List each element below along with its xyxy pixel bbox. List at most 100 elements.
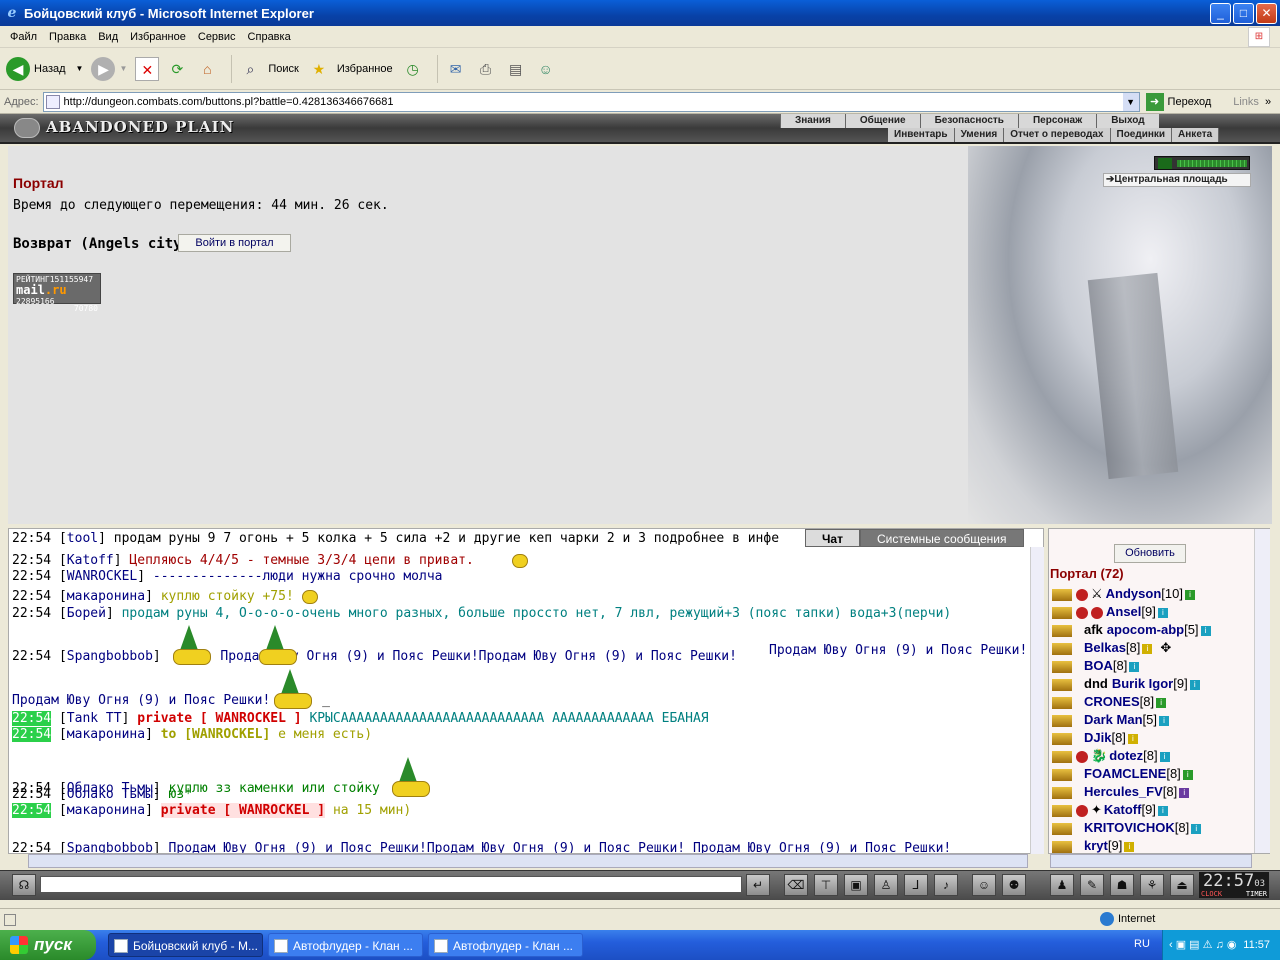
info-icon[interactable]: i xyxy=(1157,607,1168,618)
user-name[interactable]: apocom-abp xyxy=(1107,622,1184,637)
envelope-icon[interactable] xyxy=(1052,642,1072,655)
envelope-icon[interactable] xyxy=(1052,750,1072,763)
address-dropdown-icon[interactable]: ▼ xyxy=(1122,92,1139,111)
chat-nick[interactable]: Katoff xyxy=(67,553,114,568)
envelope-icon[interactable] xyxy=(1052,768,1072,781)
chat-nick[interactable]: макаронина xyxy=(67,589,145,604)
menu-file[interactable]: Файл xyxy=(4,31,43,43)
forward-button[interactable]: ▶ ▼ xyxy=(91,56,127,81)
map-icon[interactable] xyxy=(1158,158,1172,169)
user-row[interactable]: Dark Man[5] i xyxy=(1052,712,1169,728)
chat-vertical-scrollbar[interactable] xyxy=(1030,547,1044,854)
user-name[interactable]: Burik Igor xyxy=(1112,676,1173,691)
chat-time[interactable]: 22:54 xyxy=(12,531,51,546)
team-icon[interactable]: ⚘ xyxy=(1140,874,1164,896)
chat-message-input[interactable] xyxy=(40,876,742,893)
clear-icon[interactable]: ⌫ xyxy=(784,874,808,896)
fight-icon[interactable]: ♙ xyxy=(874,874,898,896)
user-row[interactable]: kryt[9] i xyxy=(1052,838,1135,854)
scroll-icon[interactable]: ✎ xyxy=(1080,874,1104,896)
user-row[interactable]: dnd Burik Igor[9] i xyxy=(1052,676,1200,692)
sound-icon[interactable]: ♪ xyxy=(934,874,958,896)
envelope-icon[interactable] xyxy=(1052,588,1072,601)
info-icon[interactable]: i xyxy=(1127,733,1138,744)
info-icon[interactable]: i xyxy=(1159,751,1170,762)
chat-nick[interactable]: WANROCKEL xyxy=(67,569,137,584)
user-row[interactable]: ✦ Katoff[9] i xyxy=(1052,802,1168,818)
user-name[interactable]: Ansel xyxy=(1106,604,1141,619)
envelope-icon[interactable] xyxy=(1052,696,1072,709)
taskbar-item[interactable]: Бойцовский клуб - M... xyxy=(108,933,263,957)
send-icon[interactable]: ↵ xyxy=(746,874,770,896)
edit-icon[interactable]: ▤ xyxy=(504,57,528,81)
chat-time[interactable]: 22:54 xyxy=(12,589,51,604)
user-name[interactable]: dotez xyxy=(1109,748,1143,763)
tray-clock[interactable]: 11:57 xyxy=(1243,930,1270,960)
info-icon[interactable]: i xyxy=(1142,643,1153,654)
user-name[interactable]: FOAMCLENE xyxy=(1084,766,1166,781)
close-button[interactable]: ✕ xyxy=(1256,3,1277,24)
envelope-icon[interactable] xyxy=(1052,678,1072,691)
user-name[interactable]: CRONES xyxy=(1084,694,1140,709)
nav-exit[interactable]: Выход xyxy=(1096,114,1159,128)
menu-view[interactable]: Вид xyxy=(92,31,124,43)
chat-time[interactable]: 22:54 xyxy=(12,569,51,584)
envelope-icon[interactable] xyxy=(1052,606,1072,619)
refresh-icon[interactable]: ⟳ xyxy=(165,57,189,81)
go-button[interactable]: ➜ Переход xyxy=(1145,92,1211,111)
speak-icon[interactable]: ☊ xyxy=(12,874,36,896)
filter-icon[interactable]: ⊤ xyxy=(814,874,838,896)
back-button[interactable]: ◀ Назад ▼ xyxy=(6,56,84,81)
messenger-icon[interactable]: ☺ xyxy=(534,57,558,81)
home-icon[interactable]: ⌂ xyxy=(195,57,219,81)
forward-dropdown-icon[interactable]: ▼ xyxy=(119,64,127,73)
chat-time[interactable]: 22:54 xyxy=(12,727,52,742)
user-row[interactable]: KRITOVICHOK[8] i xyxy=(1052,820,1202,836)
chat-time[interactable]: 22:54 xyxy=(12,649,51,664)
chat-nick[interactable]: Борей xyxy=(67,606,106,621)
back-dropdown-icon[interactable]: ▼ xyxy=(76,64,84,73)
user-name[interactable]: DJik xyxy=(1084,730,1111,745)
chat-time[interactable]: 22:54 xyxy=(12,606,51,621)
menu-tools[interactable]: Сервис xyxy=(192,31,242,43)
info-icon[interactable]: i xyxy=(1182,769,1193,780)
menu-edit[interactable]: Правка xyxy=(43,31,92,43)
minimize-button[interactable]: _ xyxy=(1210,3,1231,24)
language-indicator[interactable]: RU xyxy=(1134,938,1150,950)
chat-horizontal-scrollbar[interactable] xyxy=(28,854,1028,868)
chat-nick[interactable]: Tank TT xyxy=(67,711,122,726)
user-row[interactable]: FOAMCLENE[8] i xyxy=(1052,766,1193,782)
chat-log[interactable]: 22:54 [tool] продам руны 9 7 огонь + 5 к… xyxy=(8,528,1044,854)
print-icon[interactable]: ⎙ xyxy=(474,57,498,81)
nav-knowledge[interactable]: Знания xyxy=(780,114,845,128)
info-icon[interactable]: i xyxy=(1189,679,1200,690)
user-row[interactable]: afk apocom-abp[5] i xyxy=(1052,622,1211,638)
nav-profile[interactable]: Анкета xyxy=(1172,128,1220,142)
character-icon[interactable]: ♟ xyxy=(1050,874,1074,896)
user-row[interactable]: CRONES[8] i xyxy=(1052,694,1167,710)
nav-transfers[interactable]: Отчет о переводах xyxy=(1004,128,1111,142)
tab-chat[interactable]: Чат xyxy=(805,529,860,547)
mail-icon[interactable]: ✉ xyxy=(444,57,468,81)
save-icon[interactable]: ▣ xyxy=(844,874,868,896)
favorites-button[interactable]: ★ Избранное xyxy=(307,57,393,81)
search-button[interactable]: ⌕ Поиск xyxy=(238,57,298,81)
smiles-icon[interactable]: ☺ xyxy=(972,874,996,896)
chat-nick[interactable]: макаронина xyxy=(67,803,145,818)
menu-help[interactable]: Справка xyxy=(242,31,297,43)
user-name[interactable]: kryt xyxy=(1084,838,1108,853)
user-name[interactable]: KRITOVICHOK xyxy=(1084,820,1175,835)
emotes-icon[interactable]: ⚉ xyxy=(1002,874,1026,896)
envelope-icon[interactable] xyxy=(1052,822,1072,835)
envelope-icon[interactable] xyxy=(1052,804,1072,817)
nav-security[interactable]: Безопасность xyxy=(919,114,1018,128)
start-button[interactable]: пуск xyxy=(0,930,96,960)
user-row[interactable]: DJik[8] i xyxy=(1052,730,1138,746)
address-url[interactable]: http://dungeon.combats.com/buttons.pl?ba… xyxy=(64,96,1123,108)
chat-time[interactable]: 22:54 xyxy=(12,841,51,853)
tab-system-messages[interactable]: Системные сообщения xyxy=(859,529,1024,547)
online-list-hscrollbar[interactable] xyxy=(1050,854,1252,868)
links-label[interactable]: Links xyxy=(1233,96,1259,108)
translit-icon[interactable]: ⅃ xyxy=(904,874,928,896)
central-square-link[interactable]: ➔Центральная площадь xyxy=(1103,173,1251,187)
